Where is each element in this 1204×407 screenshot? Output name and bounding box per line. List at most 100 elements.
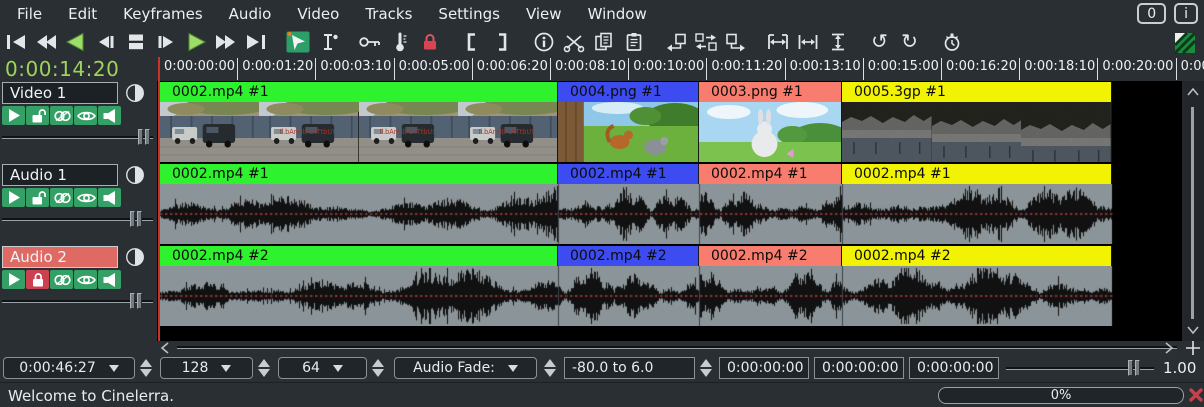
- track-mute-toggle[interactable]: [98, 188, 121, 207]
- menu-window[interactable]: Window: [575, 0, 660, 28]
- fit-selection-button[interactable]: [764, 29, 791, 55]
- audio-waveform[interactable]: [160, 184, 1182, 244]
- split-button[interactable]: [560, 29, 587, 55]
- horizontal-scroll-thumb[interactable]: [177, 346, 1177, 349]
- track-play-toggle[interactable]: [2, 270, 25, 289]
- paste-asset-button[interactable]: [722, 29, 749, 55]
- clip-title[interactable]: 0002.mp4 #1: [699, 164, 842, 184]
- track-draw-toggle[interactable]: [74, 188, 97, 207]
- fit-all-autos-button[interactable]: [824, 29, 851, 55]
- audio-waveform[interactable]: [160, 266, 1182, 326]
- duration-zoom-combo[interactable]: 0:00:46:27: [3, 357, 135, 379]
- selection-length-field[interactable]: [909, 357, 999, 379]
- undo-count-button[interactable]: 0: [1137, 3, 1166, 24]
- track-draw-toggle[interactable]: [74, 106, 97, 125]
- menu-settings[interactable]: Settings: [425, 0, 513, 28]
- clip-title[interactable]: 0002.mp4 #1: [160, 164, 558, 184]
- track-mute-toggle[interactable]: [98, 106, 121, 125]
- fast-reverse-button[interactable]: [32, 29, 59, 55]
- menu-keyframes[interactable]: Keyframes: [110, 0, 216, 28]
- clip-title[interactable]: 0002.mp4 #2: [842, 246, 1112, 266]
- lock-labels-button[interactable]: [416, 29, 443, 55]
- track-play-toggle[interactable]: [2, 106, 25, 125]
- track-mute-toggle[interactable]: [98, 270, 121, 289]
- scroll-right-icon[interactable]: [1163, 342, 1175, 354]
- track-fader-slider[interactable]: [2, 210, 153, 228]
- track-arm-toggle[interactable]: [26, 270, 49, 289]
- track-title-field[interactable]: [2, 246, 118, 268]
- menu-video[interactable]: Video: [284, 0, 352, 28]
- track-title-field[interactable]: [2, 82, 118, 104]
- playhead-line[interactable]: [158, 57, 160, 341]
- clip-title[interactable]: 0002.mp4 #1: [842, 164, 1112, 184]
- frame-reverse-button[interactable]: [92, 29, 119, 55]
- fast-forward-button[interactable]: [212, 29, 239, 55]
- clip-title[interactable]: 0002.mp4 #1: [160, 82, 558, 102]
- clip-info-button[interactable]: [530, 29, 557, 55]
- automation-range-spinner[interactable]: [699, 357, 713, 379]
- redo-button[interactable]: ↻: [896, 29, 923, 55]
- track-draw-toggle[interactable]: [74, 270, 97, 289]
- selection-end-field[interactable]: [814, 357, 904, 379]
- track-fader-slider[interactable]: [2, 128, 153, 146]
- clip-title[interactable]: 0002.mp4 #2: [699, 246, 842, 266]
- fader-handle[interactable]: [130, 293, 143, 309]
- arrow-mode-button[interactable]: [284, 29, 311, 55]
- amplitude-zoom-combo[interactable]: 64: [278, 357, 367, 379]
- automation-range-field[interactable]: [564, 357, 695, 379]
- automation-type-spinner[interactable]: [543, 357, 557, 379]
- out-point-button[interactable]: [488, 29, 515, 55]
- amplitude-zoom-spinner[interactable]: [371, 357, 385, 379]
- to-clip-button[interactable]: [662, 29, 689, 55]
- scroll-up-icon[interactable]: [1186, 87, 1200, 97]
- selection-start-field[interactable]: [719, 357, 809, 379]
- clip-title[interactable]: 0005.3gp #1: [842, 82, 1112, 102]
- scroll-left-icon[interactable]: [159, 342, 171, 354]
- jump-to-end-button[interactable]: [242, 29, 269, 55]
- info-button[interactable]: i: [1174, 3, 1198, 24]
- reverse-play-button[interactable]: [62, 29, 89, 55]
- track-gang-toggle[interactable]: [50, 270, 73, 289]
- gain-slider-handle[interactable]: [1128, 360, 1141, 376]
- frame-zoom-combo[interactable]: 128: [160, 357, 253, 379]
- play-button[interactable]: [182, 29, 209, 55]
- clip-title[interactable]: 0003.png #1: [699, 82, 842, 102]
- in-point-button[interactable]: [458, 29, 485, 55]
- clip-title[interactable]: 0004.png #1: [558, 82, 699, 102]
- manual-goto-button[interactable]: [938, 29, 965, 55]
- clip-title[interactable]: 0002.mp4 #2: [558, 246, 699, 266]
- cancel-icon[interactable]: [1188, 387, 1204, 403]
- fader-handle[interactable]: [138, 129, 151, 145]
- menu-audio[interactable]: Audio: [216, 0, 285, 28]
- menu-file[interactable]: File: [4, 0, 55, 28]
- clip-title[interactable]: 0002.mp4 #1: [558, 164, 699, 184]
- ibeam-mode-button[interactable]: [314, 29, 341, 55]
- timeline-canvas[interactable]: 0002.mp4 #10004.png #10003.png #10005.3g…: [157, 81, 1182, 341]
- fader-handle[interactable]: [130, 211, 143, 227]
- track-gang-toggle[interactable]: [50, 106, 73, 125]
- track-play-toggle[interactable]: [2, 188, 25, 207]
- track-expand-button[interactable]: [123, 164, 146, 187]
- swap-assets-button[interactable]: [692, 29, 719, 55]
- copy-button[interactable]: [590, 29, 617, 55]
- track-expand-button[interactable]: [123, 246, 146, 269]
- menu-edit[interactable]: Edit: [55, 0, 110, 28]
- vertical-scrollbar[interactable]: [1182, 81, 1204, 341]
- frame-zoom-spinner[interactable]: [257, 357, 271, 379]
- video-thumbnails[interactable]: Il.bAnHb-DtTtbU! Il.bAnHb-DtTtbU! Il.bAn…: [160, 102, 1182, 162]
- fit-autos-button[interactable]: [794, 29, 821, 55]
- duration-zoom-spinner[interactable]: [139, 357, 153, 379]
- track-expand-button[interactable]: [123, 82, 146, 105]
- vertical-scroll-thumb[interactable]: [1191, 107, 1194, 319]
- gain-slider[interactable]: [1006, 357, 1154, 379]
- menu-tracks[interactable]: Tracks: [352, 0, 425, 28]
- track-arm-toggle[interactable]: [26, 106, 49, 125]
- undo-button[interactable]: ↺: [866, 29, 893, 55]
- timebar-ruler[interactable]: 0:00:00:000:00:01:200:00:03:100:00:05:00…: [157, 56, 1204, 81]
- track-gang-toggle[interactable]: [50, 188, 73, 207]
- frame-forward-button[interactable]: [152, 29, 179, 55]
- span-keyframe-button[interactable]: [386, 29, 413, 55]
- scroll-down-icon[interactable]: [1186, 325, 1200, 335]
- track-arm-toggle[interactable]: [26, 188, 49, 207]
- track-fader-slider[interactable]: [2, 292, 153, 310]
